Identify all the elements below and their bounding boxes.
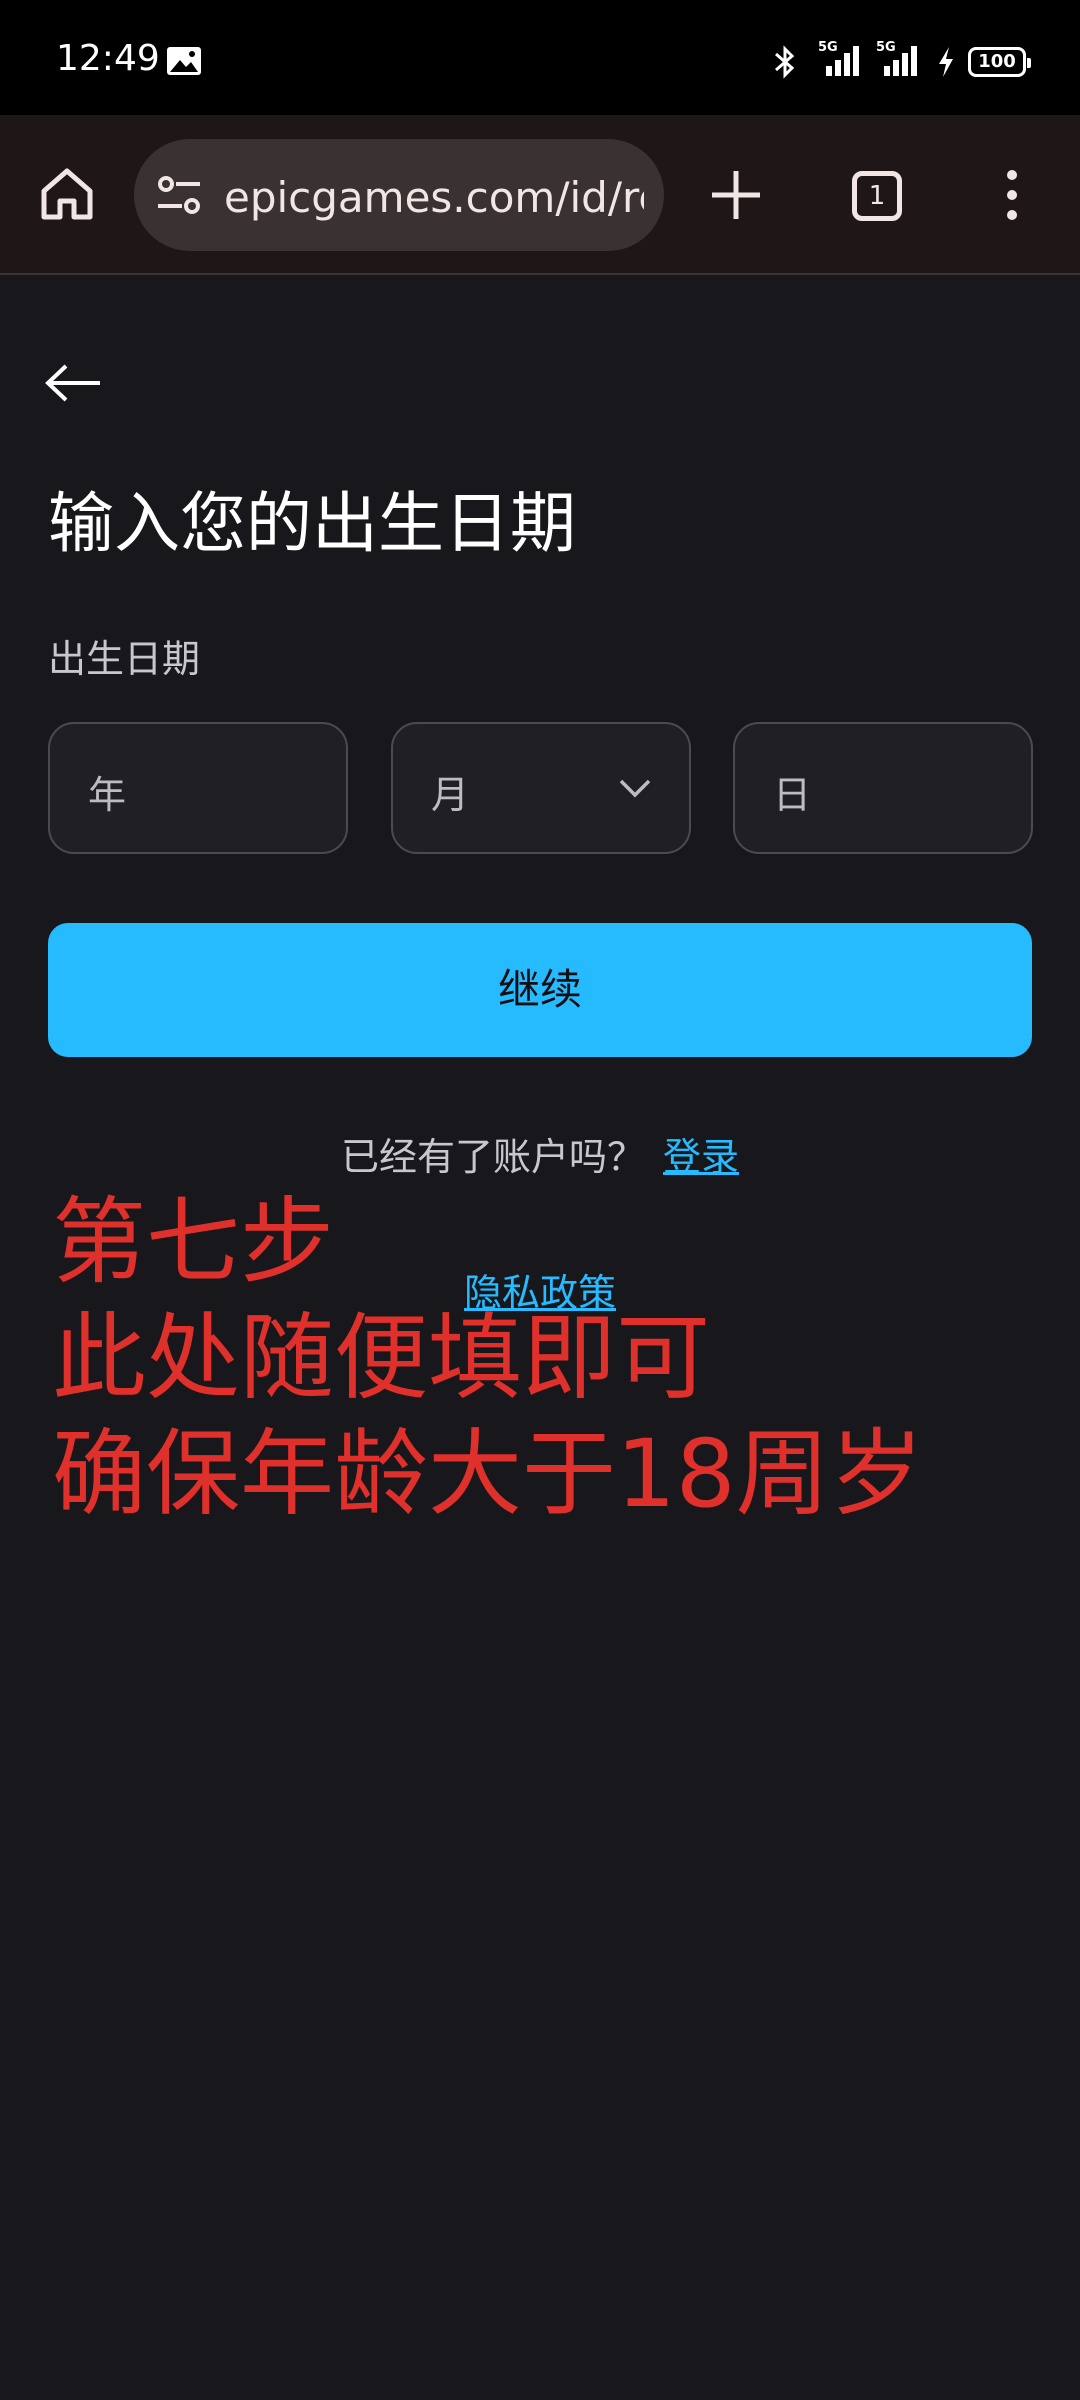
app-root: 12:49 5G 5G 100 epicgames.com/id/r 1 输入您… xyxy=(0,0,1080,2400)
chevron-down-icon xyxy=(619,779,651,798)
login-row: 已经有了账户吗？ 登录 xyxy=(0,1126,1080,1181)
home-icon[interactable] xyxy=(38,165,96,223)
continue-button[interactable]: 继续 xyxy=(48,923,1032,1057)
annotation-line-3: 确保年龄大于18周岁 xyxy=(52,1420,924,1529)
url-text[interactable]: epicgames.com/id/register xyxy=(224,173,644,223)
gallery-icon xyxy=(167,47,201,75)
tune-icon[interactable] xyxy=(156,173,202,217)
tabs-icon[interactable]: 1 xyxy=(852,171,902,221)
year-input[interactable]: 年 xyxy=(48,722,348,854)
month-placeholder: 月 xyxy=(431,773,470,817)
bluetooth-icon xyxy=(775,45,795,79)
dob-label: 出生日期 xyxy=(48,637,201,681)
year-placeholder: 年 xyxy=(88,773,127,817)
day-input[interactable]: 日 xyxy=(733,722,1033,854)
address-bar[interactable]: epicgames.com/id/register xyxy=(134,139,664,251)
charging-icon xyxy=(939,47,953,77)
browser-toolbar: epicgames.com/id/register 1 xyxy=(0,115,1080,275)
login-link[interactable]: 登录 xyxy=(663,1135,739,1179)
page-title: 输入您的出生日期 xyxy=(48,485,576,562)
annotation-line-2: 此处随便填即可 xyxy=(52,1304,711,1413)
back-arrow-icon[interactable] xyxy=(44,358,104,408)
plus-icon[interactable] xyxy=(708,167,764,223)
signal-label: 5G xyxy=(818,40,838,55)
instruction-annotation: 第七步 此处随便填即可 确保年龄大于18周岁 xyxy=(52,1185,924,1533)
month-select[interactable]: 月 xyxy=(391,722,691,854)
day-placeholder: 日 xyxy=(773,773,812,817)
signal-icon: 5G xyxy=(876,40,920,78)
status-time: 12:49 xyxy=(56,38,160,79)
signal-label: 5G xyxy=(876,40,896,55)
have-account-text: 已经有了账户吗？ xyxy=(340,1135,645,1179)
more-vert-icon[interactable] xyxy=(1000,169,1024,221)
status-bar: 12:49 5G 5G 100 xyxy=(0,0,1080,115)
signal-icon: 5G xyxy=(818,40,862,78)
battery-icon: 100 xyxy=(968,47,1031,77)
annotation-line-1: 第七步 xyxy=(52,1188,335,1297)
